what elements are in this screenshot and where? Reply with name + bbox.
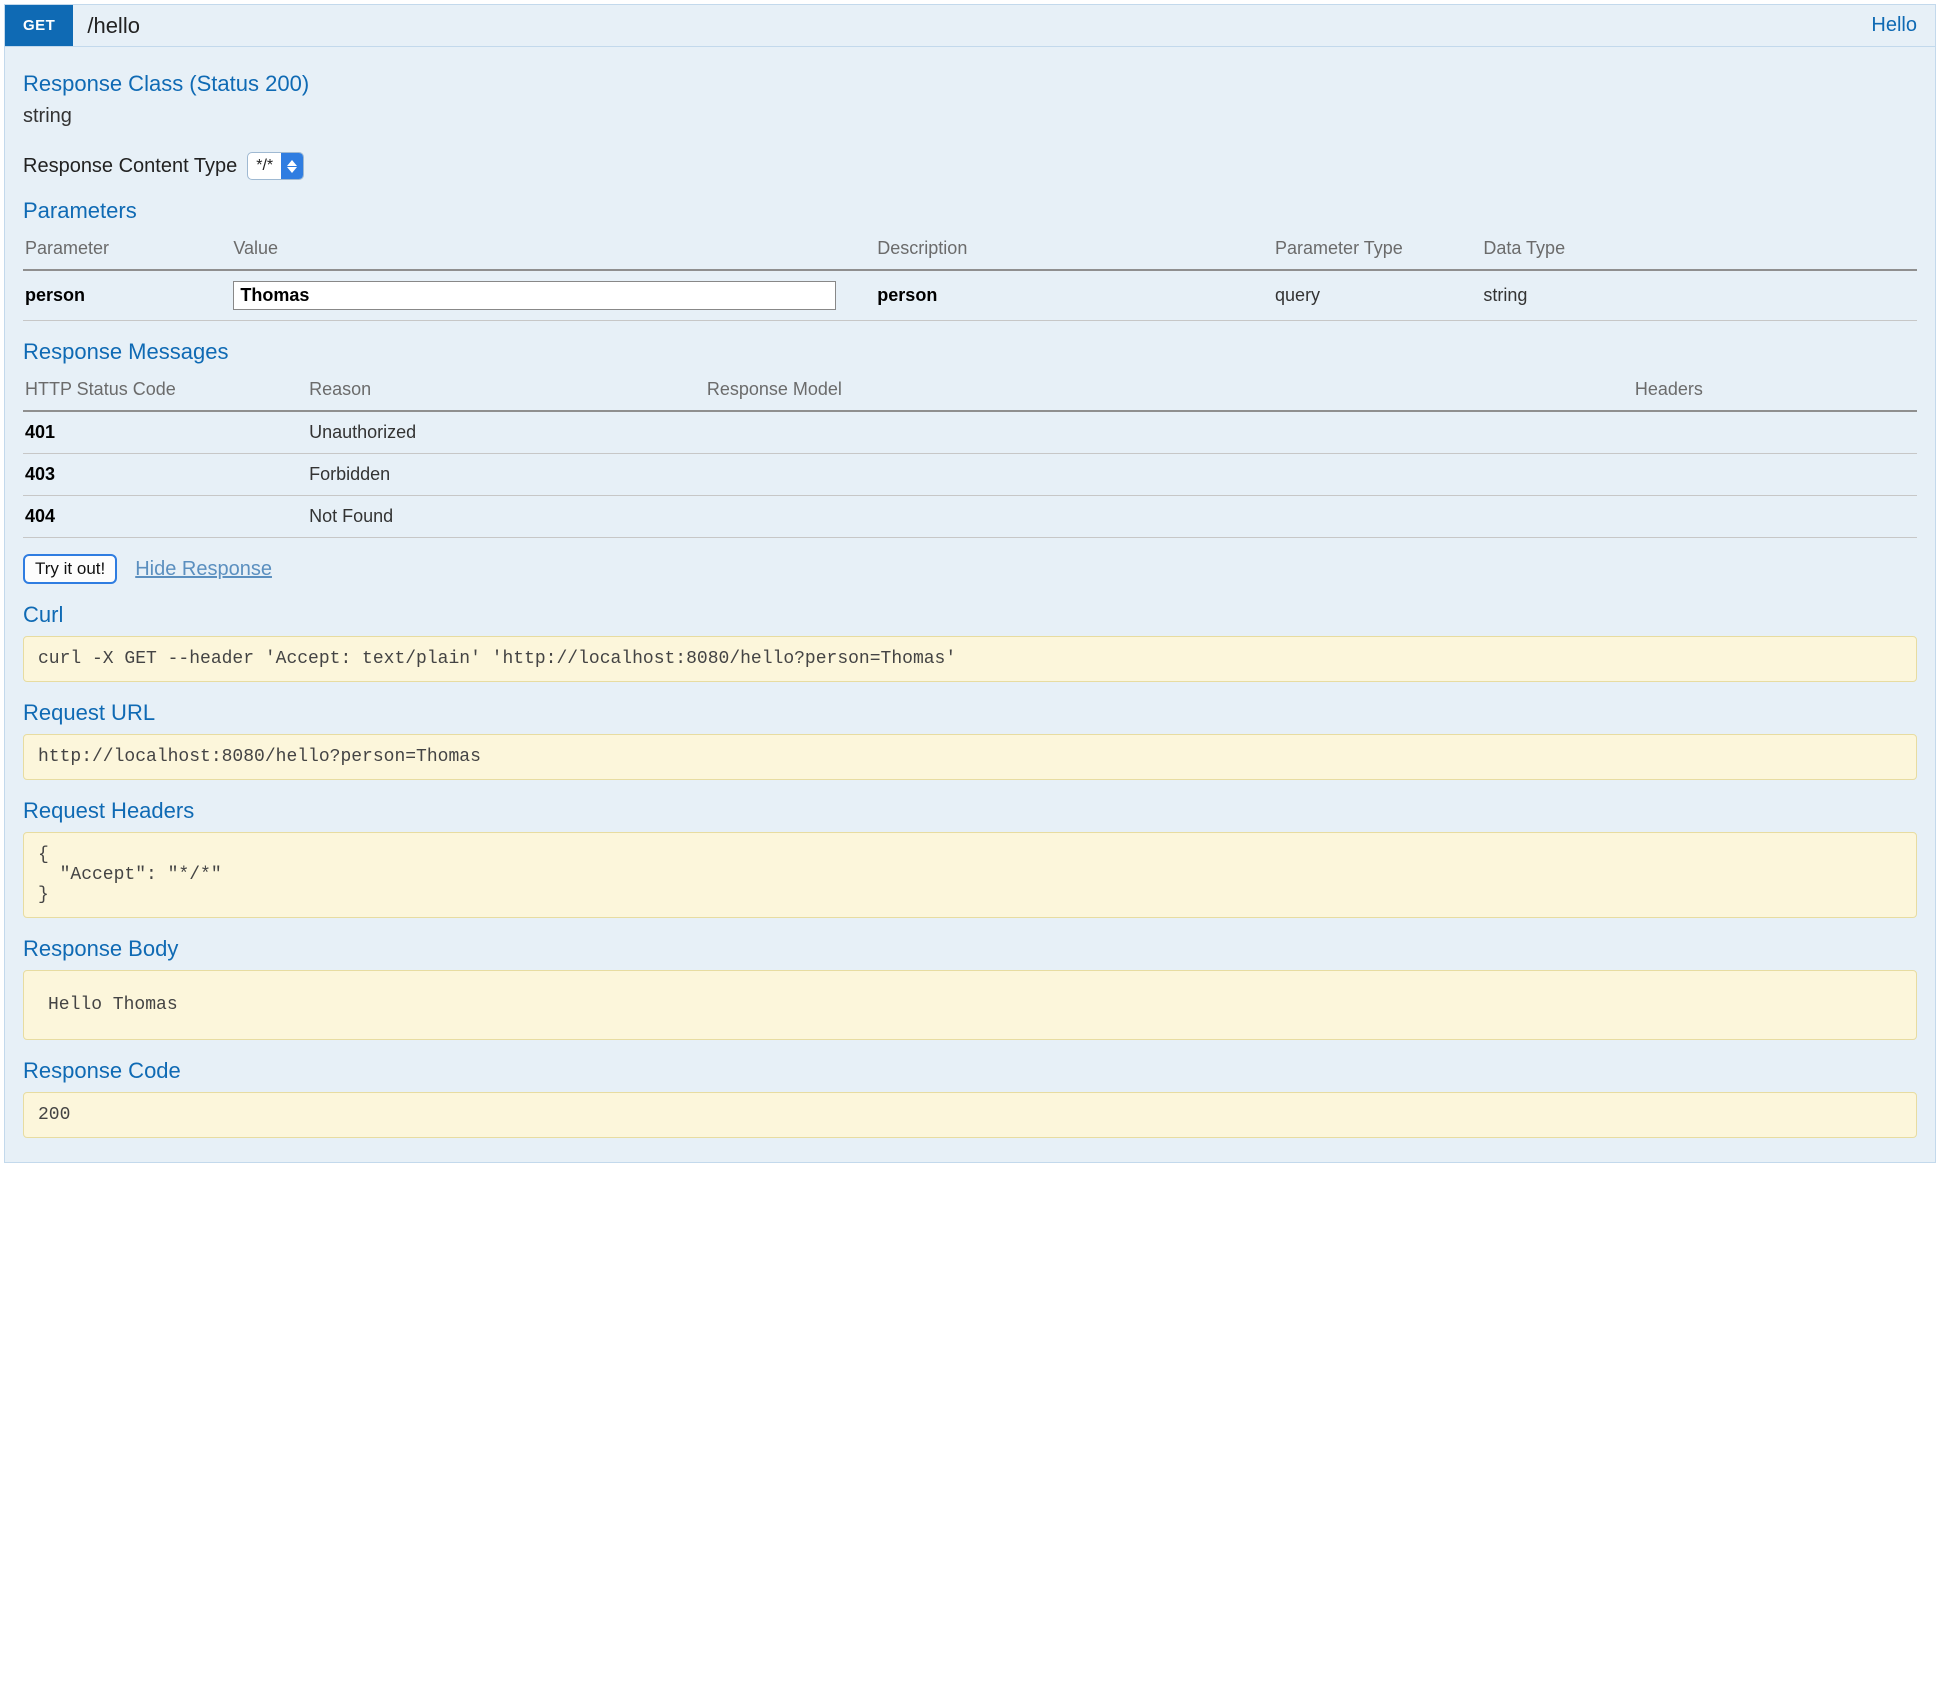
param-value-input[interactable] bbox=[233, 281, 835, 310]
response-body-heading: Response Body bbox=[23, 936, 1917, 962]
response-messages-heading: Response Messages bbox=[23, 339, 1917, 365]
table-row: 404 Not Found bbox=[23, 496, 1917, 538]
try-it-out-button[interactable]: Try it out! bbox=[23, 554, 117, 584]
resp-reason: Forbidden bbox=[307, 454, 705, 496]
http-method-badge: GET bbox=[5, 5, 73, 46]
resp-reason: Not Found bbox=[307, 496, 705, 538]
param-type: query bbox=[1273, 270, 1481, 321]
param-datatype: string bbox=[1481, 270, 1917, 321]
param-description: person bbox=[875, 270, 1273, 321]
operation-path: /hello bbox=[87, 13, 140, 39]
content-type-label: Response Content Type bbox=[23, 155, 237, 178]
param-name: person bbox=[23, 270, 231, 321]
resp-status: 403 bbox=[23, 454, 307, 496]
param-col-description: Description bbox=[875, 232, 1273, 270]
curl-output: curl -X GET --header 'Accept: text/plain… bbox=[23, 636, 1917, 682]
response-class-type: string bbox=[23, 105, 1917, 128]
param-col-value: Value bbox=[231, 232, 875, 270]
resp-col-status: HTTP Status Code bbox=[23, 373, 307, 411]
resp-col-headers: Headers bbox=[1633, 373, 1917, 411]
select-arrows-icon bbox=[281, 153, 303, 179]
request-headers-heading: Request Headers bbox=[23, 798, 1917, 824]
operation-tag-link[interactable]: Hello bbox=[1871, 14, 1917, 37]
resp-reason: Unauthorized bbox=[307, 411, 705, 454]
table-row: person person query string bbox=[23, 270, 1917, 321]
content-type-value: */* bbox=[248, 153, 281, 179]
resp-col-reason: Reason bbox=[307, 373, 705, 411]
response-code-heading: Response Code bbox=[23, 1058, 1917, 1084]
response-class-heading: Response Class (Status 200) bbox=[23, 71, 1917, 97]
curl-heading: Curl bbox=[23, 602, 1917, 628]
operation-panel: GET /hello Hello Response Class (Status … bbox=[4, 4, 1936, 1163]
response-messages-table: HTTP Status Code Reason Response Model H… bbox=[23, 373, 1917, 538]
param-col-datatype: Data Type bbox=[1481, 232, 1917, 270]
response-code-output: 200 bbox=[23, 1092, 1917, 1138]
operation-body: Response Class (Status 200) string Respo… bbox=[5, 47, 1935, 1162]
resp-col-model: Response Model bbox=[705, 373, 1633, 411]
operation-header[interactable]: GET /hello Hello bbox=[5, 5, 1935, 47]
request-headers-output: { "Accept": "*/*" } bbox=[23, 832, 1917, 918]
content-type-select[interactable]: */* bbox=[247, 152, 304, 180]
request-url-heading: Request URL bbox=[23, 700, 1917, 726]
param-col-type: Parameter Type bbox=[1273, 232, 1481, 270]
resp-status: 404 bbox=[23, 496, 307, 538]
response-body-output: Hello Thomas bbox=[23, 970, 1917, 1040]
parameters-table: Parameter Value Description Parameter Ty… bbox=[23, 232, 1917, 321]
parameters-heading: Parameters bbox=[23, 198, 1917, 224]
table-row: 401 Unauthorized bbox=[23, 411, 1917, 454]
resp-status: 401 bbox=[23, 411, 307, 454]
request-url-output: http://localhost:8080/hello?person=Thoma… bbox=[23, 734, 1917, 780]
param-col-parameter: Parameter bbox=[23, 232, 231, 270]
table-row: 403 Forbidden bbox=[23, 454, 1917, 496]
hide-response-link[interactable]: Hide Response bbox=[135, 558, 272, 581]
